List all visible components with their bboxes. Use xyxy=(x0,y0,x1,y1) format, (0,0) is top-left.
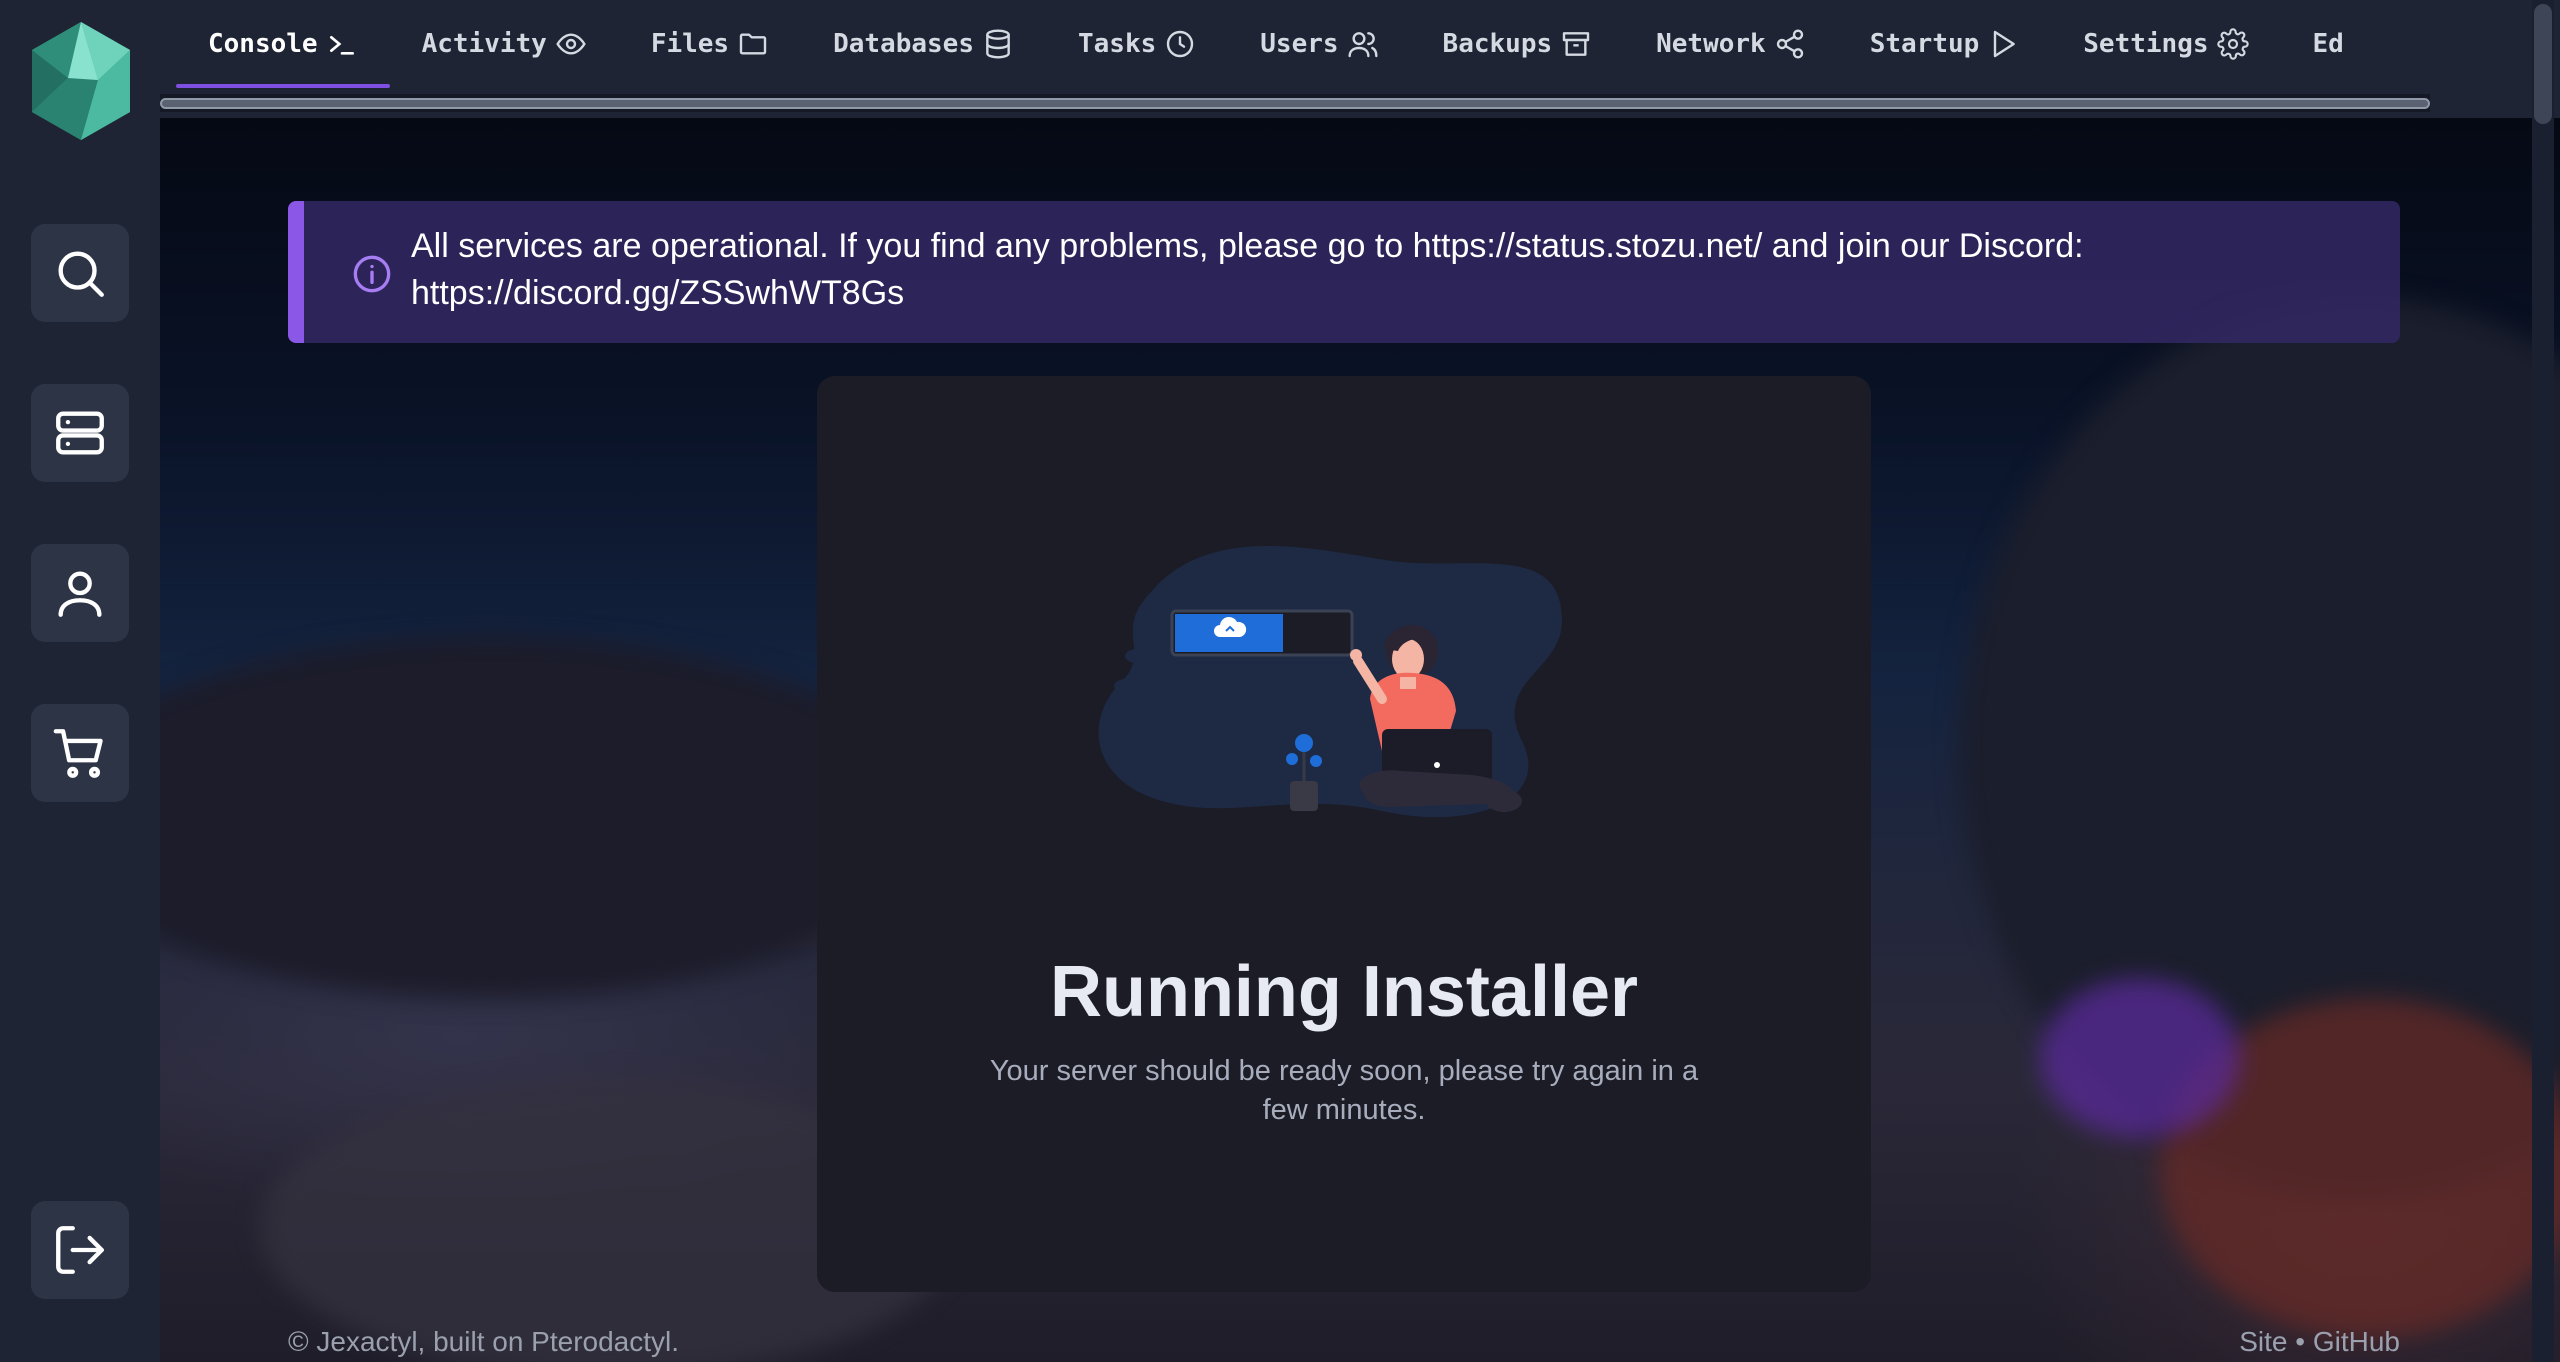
tab-label: Files xyxy=(650,29,730,59)
play-icon xyxy=(1994,30,2016,58)
footer-copyright: © Jexactyl, built on Pterodactyl. xyxy=(288,1326,680,1357)
server-nav-bar: Console Activity Files Databases Tasks U… xyxy=(160,0,2560,118)
tab-label: Users xyxy=(1260,29,1339,59)
tab-scrollbar[interactable] xyxy=(160,94,2430,112)
tab-scrollbar-thumb[interactable] xyxy=(160,98,2430,109)
tab-list: Console Activity Files Databases Tasks U… xyxy=(176,0,2376,88)
tab-users[interactable]: Users xyxy=(1228,0,1410,88)
jexactyl-logo[interactable] xyxy=(28,20,134,142)
installing-illustration xyxy=(1098,546,1562,818)
tab-tasks[interactable]: Tasks xyxy=(1046,0,1228,88)
sidebar-item-store[interactable] xyxy=(31,704,129,802)
tab-settings[interactable]: Settings xyxy=(2051,0,2280,88)
sidebar-item-servers[interactable] xyxy=(31,384,129,482)
cart-icon xyxy=(53,729,103,778)
tab-label: Settings xyxy=(2083,29,2209,59)
tab-databases[interactable]: Databases xyxy=(801,0,1046,88)
installer-title: Running Installer xyxy=(1049,952,1639,1032)
sidebar xyxy=(0,0,160,1362)
tab-label: Backups xyxy=(1442,29,1553,59)
users-icon xyxy=(1348,32,1378,58)
installer-card: Running Installer Your server should be … xyxy=(817,376,1871,1292)
status-alert: All services are operational. If you fin… xyxy=(288,201,2400,343)
page-scrollbar-track[interactable] xyxy=(2532,0,2554,1362)
page-scrollbar-thumb[interactable] xyxy=(2534,4,2552,124)
footer-links: Site • GitHub xyxy=(2239,1326,2400,1358)
logout-icon xyxy=(56,1226,104,1274)
sidebar-item-account[interactable] xyxy=(31,544,129,642)
footer-separator: • xyxy=(2295,1326,2306,1357)
server-icon xyxy=(56,411,104,455)
logout-button[interactable] xyxy=(31,1201,129,1299)
tab-network[interactable]: Network xyxy=(1624,0,1838,88)
clock-icon xyxy=(1167,30,1194,58)
alert-message: All services are operational. If you fin… xyxy=(411,227,2084,312)
search-icon xyxy=(58,251,104,297)
archive-icon xyxy=(1562,32,1590,56)
gear-icon xyxy=(2216,28,2249,60)
tab-edit-partial[interactable]: Ed xyxy=(2281,0,2376,88)
tab-label: Console xyxy=(208,29,318,59)
tab-console[interactable]: Console xyxy=(176,0,390,88)
footer-github-link[interactable]: GitHub xyxy=(2313,1326,2400,1357)
tab-backups[interactable]: Backups xyxy=(1411,0,1625,88)
terminal-icon xyxy=(329,35,354,55)
installer-message: Your server should be ready soon, please… xyxy=(989,1055,1699,1126)
share-icon xyxy=(1776,29,1803,59)
database-icon xyxy=(986,29,1010,59)
eye-icon xyxy=(556,33,586,55)
footer-site-link[interactable]: Site xyxy=(2239,1326,2287,1357)
tab-label: Startup xyxy=(1869,29,1980,59)
tab-activity[interactable]: Activity xyxy=(390,0,619,88)
info-icon xyxy=(353,255,391,293)
tab-startup[interactable]: Startup xyxy=(1838,0,2052,88)
user-icon xyxy=(58,571,102,617)
tab-label: Tasks xyxy=(1077,29,1157,59)
tab-label: Databases xyxy=(833,29,974,59)
tab-label: Ed xyxy=(2312,29,2344,59)
tab-label: Activity xyxy=(421,29,547,59)
tab-label: Network xyxy=(1656,29,1766,59)
tab-files[interactable]: Files xyxy=(619,0,801,88)
sidebar-item-search[interactable] xyxy=(31,224,129,322)
folder-icon xyxy=(739,33,767,55)
